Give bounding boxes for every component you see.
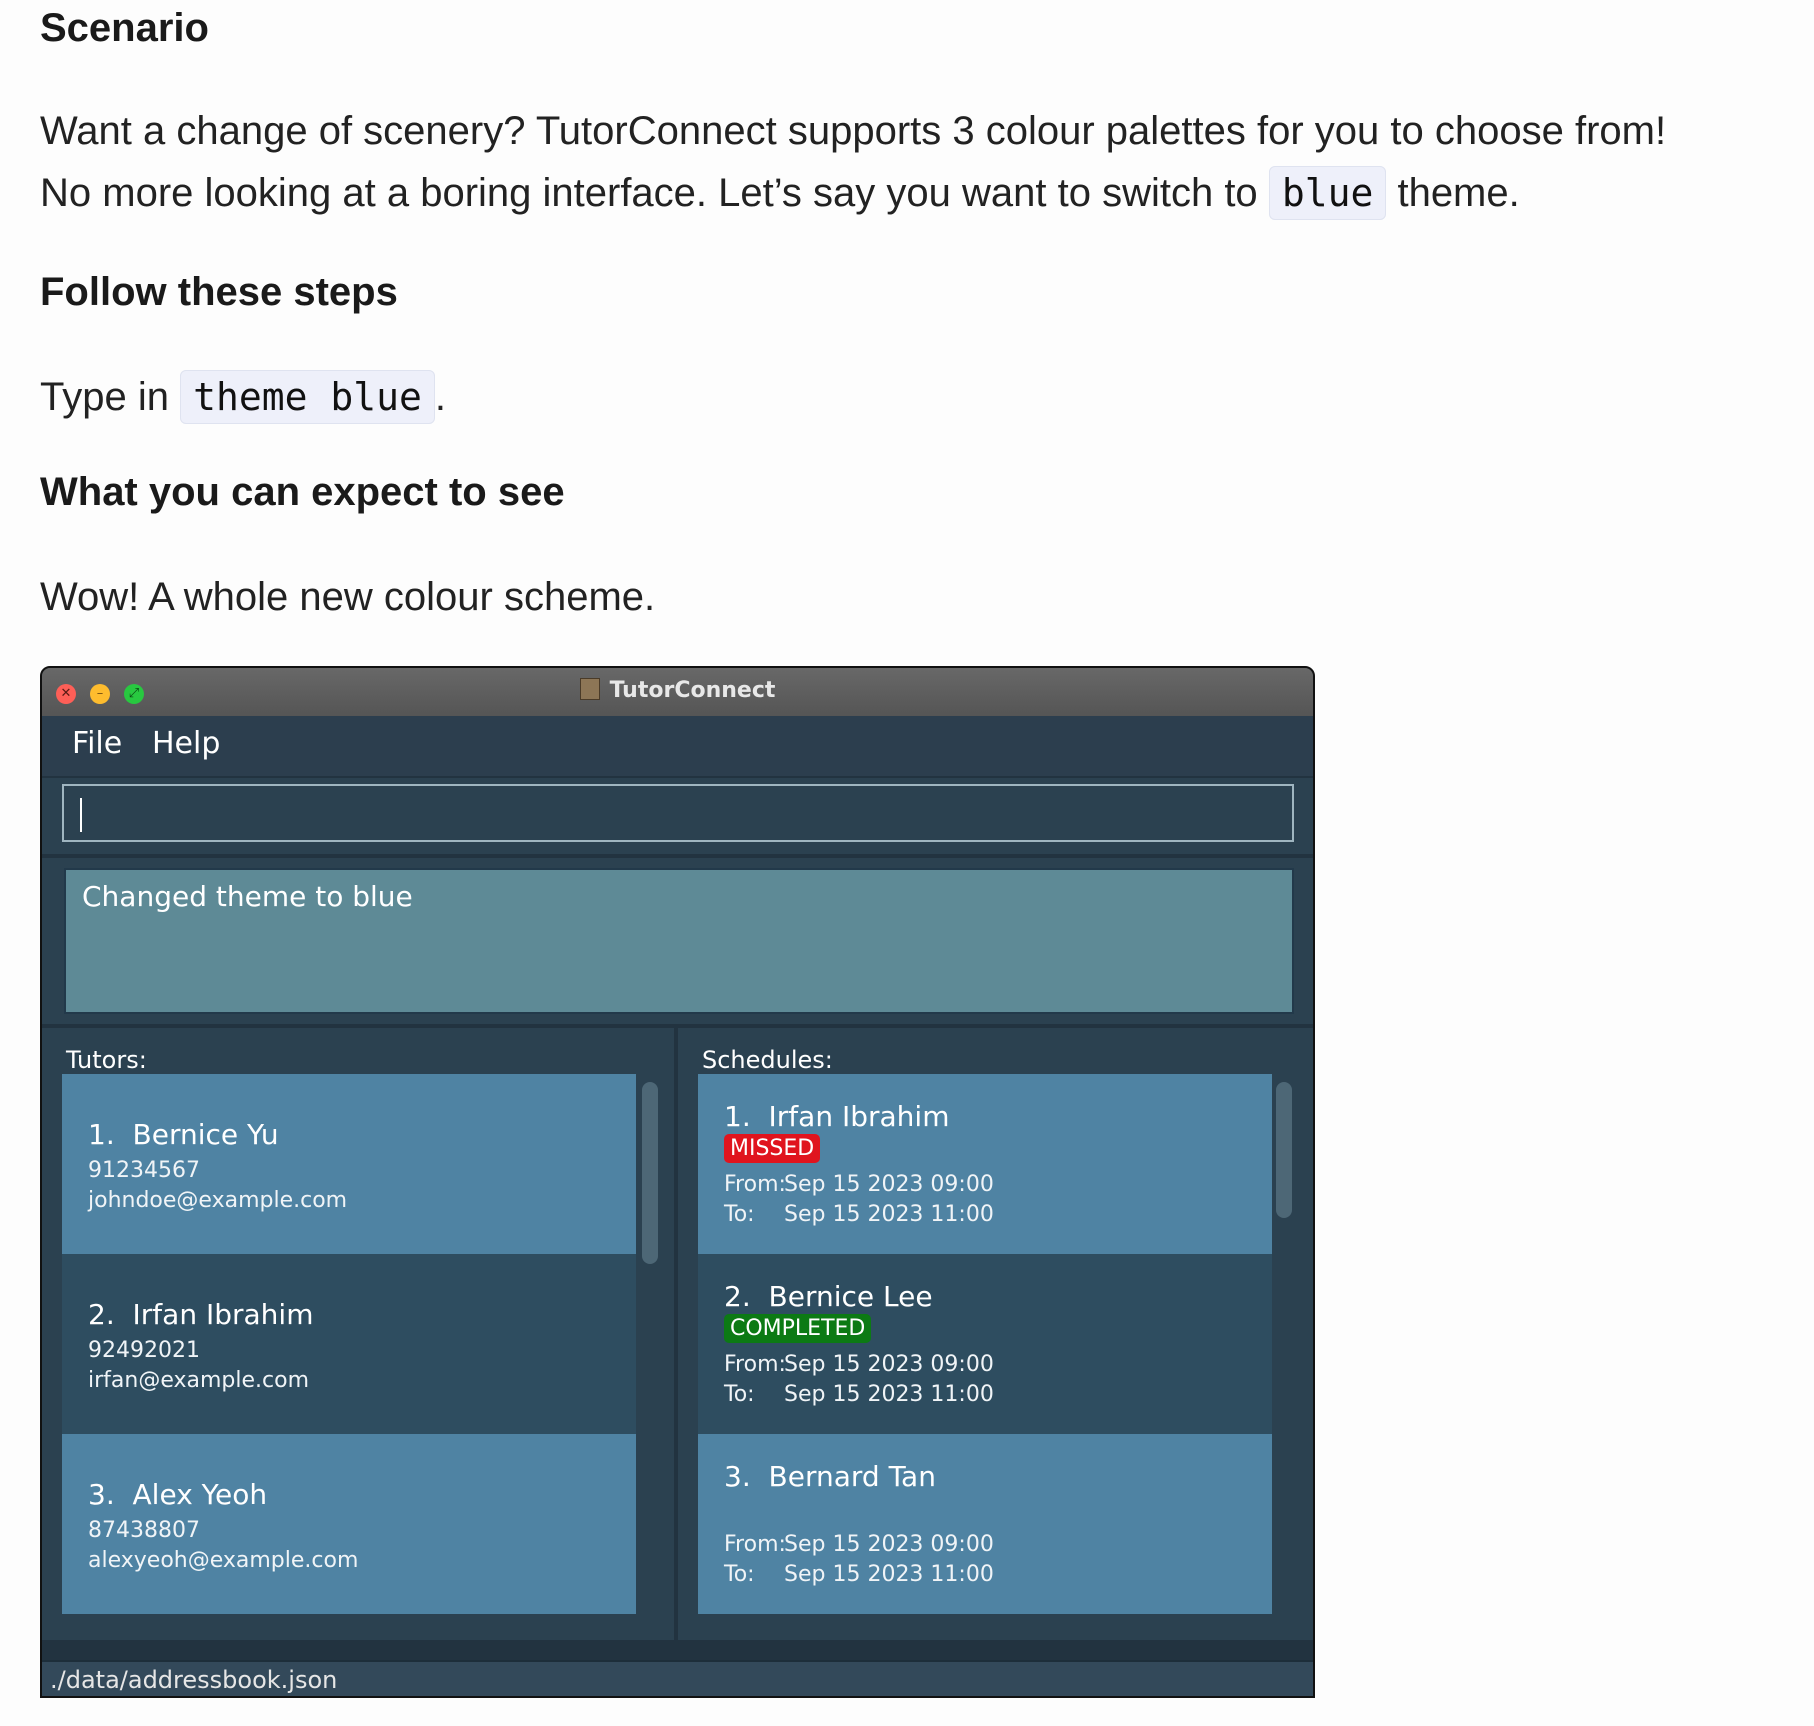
- schedule-name: 2. Bernice Lee: [724, 1280, 933, 1313]
- schedule-card[interactable]: 3. Bernard Tan From:Sep 15 2023 09:00 To…: [698, 1434, 1272, 1614]
- to-label: To:: [724, 1382, 755, 1407]
- from-value: Sep 15 2023 09:00: [784, 1172, 994, 1197]
- app-window-screenshot: ✕ – ⤢ TutorConnect File Help Changed the…: [40, 666, 1315, 1698]
- inline-code-theme-blue: theme blue: [180, 370, 435, 424]
- tutor-phone: 92492021: [88, 1338, 200, 1363]
- inline-code-blue: blue: [1268, 166, 1387, 220]
- schedule-name-text: Irfan Ibrahim: [768, 1100, 950, 1133]
- schedule-card[interactable]: 1. Irfan Ibrahim MISSED From:Sep 15 2023…: [698, 1074, 1272, 1254]
- intro-line-1: Want a change of scenery? TutorConnect s…: [40, 100, 1666, 162]
- tutor-email: alexyeoh@example.com: [88, 1548, 359, 1573]
- from-label: From:: [724, 1352, 786, 1377]
- app-icon: [579, 678, 600, 700]
- tutor-card[interactable]: 1. Bernice Yu 91234567 johndoe@example.c…: [62, 1074, 636, 1254]
- tutor-card[interactable]: 2. Irfan Ibrahim 92492021 irfan@example.…: [62, 1254, 636, 1434]
- scenario-heading: Scenario: [40, 6, 209, 50]
- tutor-list-scrollbar[interactable]: [642, 1082, 658, 1264]
- schedule-name: 1. Irfan Ibrahim: [724, 1100, 949, 1133]
- schedule-to: To: Sep 15 2023 11:00: [724, 1382, 994, 1407]
- to-value: Sep 15 2023 11:00: [784, 1382, 994, 1407]
- tutor-phone: 91234567: [88, 1158, 200, 1183]
- result-message: Changed theme to blue: [82, 880, 413, 913]
- to-label: To:: [724, 1562, 755, 1587]
- step-text: Type in: [40, 375, 169, 419]
- tutors-label: Tutors:: [66, 1046, 147, 1074]
- menu-file[interactable]: File: [72, 726, 122, 761]
- schedule-from: From:Sep 15 2023 09:00: [724, 1352, 994, 1377]
- schedules-label: Schedules:: [702, 1046, 833, 1074]
- step-period: .: [434, 375, 446, 419]
- tutor-email: irfan@example.com: [88, 1368, 309, 1393]
- schedule-card[interactable]: 2. Bernice Lee COMPLETED From:Sep 15 202…: [698, 1254, 1272, 1434]
- schedule-index: 2.: [724, 1280, 751, 1313]
- document: Scenario Want a change of scenery? Tutor…: [0, 0, 1814, 1726]
- step-line: Type in theme blue.: [40, 366, 446, 428]
- from-value: Sep 15 2023 09:00: [784, 1352, 994, 1377]
- window-title: TutorConnect: [42, 678, 1313, 703]
- menu-bar: File Help: [42, 716, 1313, 778]
- from-value: Sep 15 2023 09:00: [784, 1532, 994, 1557]
- steps-heading: Follow these steps: [40, 270, 398, 314]
- schedule-index: 1.: [724, 1100, 751, 1133]
- tutor-name-text: Alex Yeoh: [132, 1478, 268, 1511]
- intro-line-2: No more looking at a boring interface. L…: [40, 162, 1520, 224]
- status-bar: ./data/addressbook.json: [42, 1660, 1313, 1696]
- to-value: Sep 15 2023 11:00: [784, 1562, 994, 1587]
- list-bottom-strip: [42, 1640, 1313, 1660]
- panel-divider: [674, 1028, 678, 1648]
- window-title-text: TutorConnect: [609, 678, 776, 703]
- schedule-index: 3.: [724, 1460, 751, 1493]
- tutor-email: johndoe@example.com: [88, 1188, 348, 1213]
- tutor-card[interactable]: 3. Alex Yeoh 87438807 alexyeoh@example.c…: [62, 1434, 636, 1614]
- schedule-to: To: Sep 15 2023 11:00: [724, 1562, 994, 1587]
- tutor-name: 2. Irfan Ibrahim: [88, 1298, 313, 1331]
- schedule-from: From:Sep 15 2023 09:00: [724, 1532, 994, 1557]
- title-bar: ✕ – ⤢ TutorConnect: [42, 668, 1313, 717]
- schedule-list[interactable]: 1. Irfan Ibrahim MISSED From:Sep 15 2023…: [698, 1074, 1272, 1640]
- result-display: Changed theme to blue: [64, 868, 1294, 1014]
- tutor-index: 3.: [88, 1478, 115, 1511]
- command-input[interactable]: [62, 784, 1294, 842]
- from-label: From:: [724, 1532, 786, 1557]
- tutor-index: 1.: [88, 1118, 115, 1151]
- tutor-name-text: Irfan Ibrahim: [132, 1298, 314, 1331]
- intro-text-1: Want a change of scenery? TutorConnect s…: [40, 109, 1667, 153]
- schedule-to: To: Sep 15 2023 11:00: [724, 1202, 994, 1227]
- schedule-list-scrollbar[interactable]: [1276, 1082, 1292, 1218]
- intro-text-2: No more looking at a boring interface. L…: [40, 171, 1258, 215]
- tutor-name: 3. Alex Yeoh: [88, 1478, 267, 1511]
- text-caret: [80, 798, 82, 832]
- tutor-list[interactable]: 1. Bernice Yu 91234567 johndoe@example.c…: [62, 1074, 636, 1640]
- tutor-name-text: Bernice Yu: [132, 1118, 279, 1151]
- from-label: From:: [724, 1172, 786, 1197]
- schedule-name-text: Bernard Tan: [768, 1460, 936, 1493]
- tutor-phone: 87438807: [88, 1518, 200, 1543]
- status-file-path: ./data/addressbook.json: [50, 1666, 338, 1694]
- divider: [42, 854, 1313, 858]
- to-label: To:: [724, 1202, 755, 1227]
- status-badge-completed: COMPLETED: [724, 1314, 872, 1343]
- intro-text-2-end: theme.: [1397, 171, 1520, 215]
- tutor-index: 2.: [88, 1298, 115, 1331]
- schedule-name: 3. Bernard Tan: [724, 1460, 936, 1493]
- schedule-name-text: Bernice Lee: [768, 1280, 933, 1313]
- expect-text: Wow! A whole new colour scheme.: [40, 575, 656, 619]
- menu-help[interactable]: Help: [152, 726, 220, 761]
- expect-heading: What you can expect to see: [40, 470, 565, 514]
- to-value: Sep 15 2023 11:00: [784, 1202, 994, 1227]
- schedule-from: From:Sep 15 2023 09:00: [724, 1172, 994, 1197]
- status-badge-missed: MISSED: [724, 1134, 821, 1163]
- tutor-name: 1. Bernice Yu: [88, 1118, 279, 1151]
